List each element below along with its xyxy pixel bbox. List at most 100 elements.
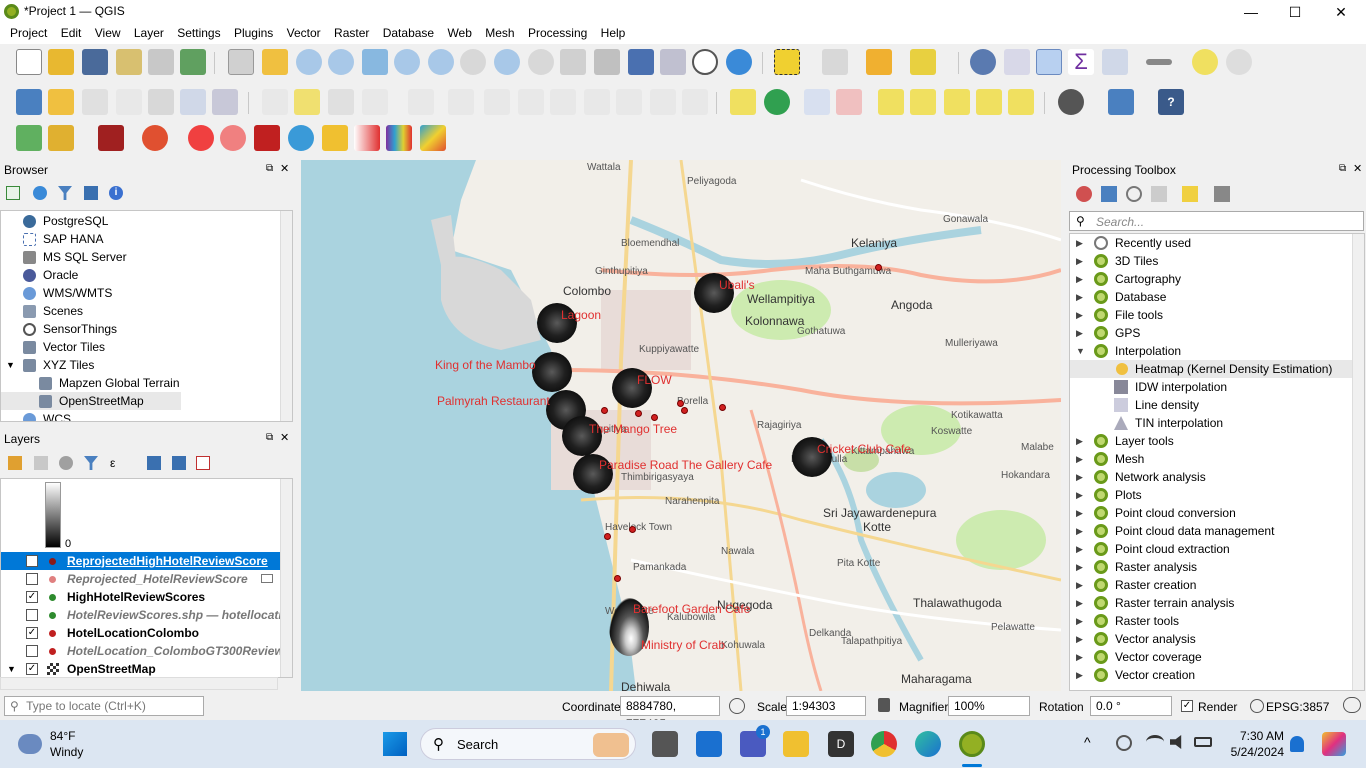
- layout-manager-icon[interactable]: [148, 49, 174, 75]
- new-temp-layer-icon[interactable]: [116, 89, 142, 115]
- refresh-icon[interactable]: [726, 49, 752, 75]
- hotel-point[interactable]: [719, 404, 726, 411]
- mail-icon[interactable]: [696, 731, 722, 757]
- sync-icon[interactable]: [1116, 735, 1132, 751]
- copilot-icon[interactable]: [1322, 732, 1346, 756]
- expand-arrow-icon[interactable]: ▶: [1076, 288, 1083, 306]
- attribute-table-icon[interactable]: [1004, 49, 1030, 75]
- help-icon[interactable]: ?: [1158, 89, 1184, 115]
- rotate-label-icon[interactable]: [976, 89, 1002, 115]
- history-icon[interactable]: [1126, 186, 1142, 202]
- collapse-all-layers-icon[interactable]: [172, 456, 186, 470]
- info-icon[interactable]: i: [109, 186, 123, 200]
- close-button[interactable]: ✕: [1318, 2, 1364, 22]
- data-source-manager-icon[interactable]: [16, 89, 42, 115]
- python-console-icon[interactable]: [1108, 89, 1134, 115]
- messages-icon[interactable]: [1343, 697, 1361, 713]
- new-spatialite-icon[interactable]: [180, 89, 206, 115]
- save-project-icon[interactable]: [82, 49, 108, 75]
- new-mesh-icon[interactable]: [212, 89, 238, 115]
- layer-visibility-checkbox[interactable]: ✓: [26, 627, 38, 639]
- hotel-point[interactable]: [651, 414, 658, 421]
- layer-visibility-checkbox[interactable]: ✓: [26, 555, 38, 567]
- crs-globe-icon[interactable]: [1250, 699, 1264, 713]
- menu-edit[interactable]: Edit: [56, 24, 87, 42]
- layer-visibility-checkbox[interactable]: [26, 573, 38, 585]
- layer-row-hotel-location-gt300[interactable]: HotelLocation_ColomboGT300Review: [1, 642, 284, 660]
- pattern-icon[interactable]: [254, 125, 280, 151]
- zoom-to-layer-icon[interactable]: [428, 49, 454, 75]
- redo-icon[interactable]: [682, 89, 708, 115]
- results-viewer-icon[interactable]: [1151, 186, 1167, 202]
- float-panel-icon[interactable]: ⧉: [266, 163, 273, 174]
- plugin-tool-icon[interactable]: [48, 125, 74, 151]
- close-panel-icon[interactable]: ✕: [280, 162, 289, 175]
- expand-arrow-icon[interactable]: ▶: [1076, 324, 1083, 342]
- zoom-to-selection-icon[interactable]: [394, 49, 420, 75]
- delete-selected-icon[interactable]: [518, 89, 544, 115]
- expand-arrow-icon[interactable]: ▶: [1076, 468, 1083, 486]
- menu-web[interactable]: Web: [442, 24, 476, 42]
- paste-features-icon[interactable]: [616, 89, 642, 115]
- label-toolbar-icon[interactable]: [730, 89, 756, 115]
- map-canvas[interactable]: Colombo Kolonnawa Kelaniya Wellampitiya …: [301, 160, 1061, 691]
- remove-layer-icon[interactable]: [196, 456, 210, 470]
- vertex-tool-icon[interactable]: [408, 89, 434, 115]
- battery-icon[interactable]: [1194, 737, 1212, 747]
- hotel-point[interactable]: [635, 410, 642, 417]
- layer-visibility-checkbox[interactable]: ✓: [26, 591, 38, 603]
- filter-expression-icon[interactable]: ε: [110, 456, 130, 470]
- zoom-out-icon[interactable]: [328, 49, 354, 75]
- plugin-3d-icon[interactable]: [1058, 89, 1084, 115]
- new-print-layout-icon[interactable]: [116, 49, 142, 75]
- zoom-last-icon[interactable]: [494, 49, 520, 75]
- expand-arrow-icon[interactable]: ▶: [1076, 306, 1083, 324]
- hotel-point[interactable]: [677, 400, 684, 407]
- toggle-editing-icon[interactable]: [294, 89, 320, 115]
- pan-to-selection-icon[interactable]: [262, 49, 288, 75]
- layers-scrollbar[interactable]: [280, 479, 292, 677]
- collapse-all-icon[interactable]: [84, 186, 98, 200]
- new-3d-view-icon[interactable]: [594, 49, 620, 75]
- measure-icon[interactable]: [1146, 59, 1172, 65]
- zoom-full-icon[interactable]: [362, 49, 388, 75]
- clock-date[interactable]: 5/24/2024: [1224, 745, 1284, 759]
- minimize-button[interactable]: —: [1228, 2, 1274, 22]
- plugin-search-icon[interactable]: [16, 125, 42, 151]
- pin-labels-icon[interactable]: [878, 89, 904, 115]
- highlight-pinned-labels-icon[interactable]: [804, 89, 830, 115]
- layer-styling-icon[interactable]: [8, 456, 22, 470]
- expand-arrow-icon[interactable]: ▶: [1076, 450, 1083, 468]
- processing-search-input[interactable]: Search...: [1096, 215, 1144, 229]
- expand-arrow-icon[interactable]: ▶: [1076, 504, 1083, 522]
- menu-processing[interactable]: Processing: [523, 24, 592, 42]
- maximize-button[interactable]: ☐: [1272, 2, 1318, 22]
- layers-hscrollbar[interactable]: [0, 677, 278, 690]
- processing-toolbox-icon[interactable]: [1036, 49, 1062, 75]
- menu-plugins[interactable]: Plugins: [229, 24, 278, 42]
- crs-label[interactable]: EPSG:3857: [1266, 700, 1329, 714]
- menu-database[interactable]: Database: [378, 24, 439, 42]
- app-d-icon[interactable]: D: [828, 731, 854, 757]
- magnifier-field[interactable]: 100%: [948, 696, 1030, 716]
- layer-row-reprojected-score[interactable]: Reprojected_HotelReviewScore: [1, 570, 281, 588]
- expand-arrow-icon[interactable]: ▶: [1076, 576, 1083, 594]
- layer-row-high-hotel[interactable]: ✓ HighHotelReviewScores: [1, 588, 281, 606]
- expand-arrow-icon[interactable]: ▶: [1076, 540, 1083, 558]
- expand-arrow-icon[interactable]: ▶: [1076, 522, 1083, 540]
- zoom-native-icon[interactable]: [460, 49, 486, 75]
- rainbow-icon[interactable]: [420, 125, 446, 151]
- diagram-icon[interactable]: [764, 89, 790, 115]
- add-group-icon[interactable]: [34, 456, 48, 470]
- gear-plugin-icon[interactable]: [288, 125, 314, 151]
- rotation-field[interactable]: 0.0 °: [1090, 696, 1172, 716]
- digitize-icon[interactable]: [362, 89, 388, 115]
- processing-scrollbar[interactable]: [1352, 234, 1364, 690]
- cluster-icon[interactable]: [188, 125, 214, 151]
- menu-raster[interactable]: Raster: [329, 24, 374, 42]
- weather-icon[interactable]: [18, 734, 42, 754]
- temporary-layer-icon[interactable]: [261, 574, 273, 583]
- style-manager-icon[interactable]: [180, 49, 206, 75]
- render-checkbox[interactable]: ✓: [1181, 700, 1193, 712]
- statistics-icon[interactable]: Σ: [1068, 49, 1094, 75]
